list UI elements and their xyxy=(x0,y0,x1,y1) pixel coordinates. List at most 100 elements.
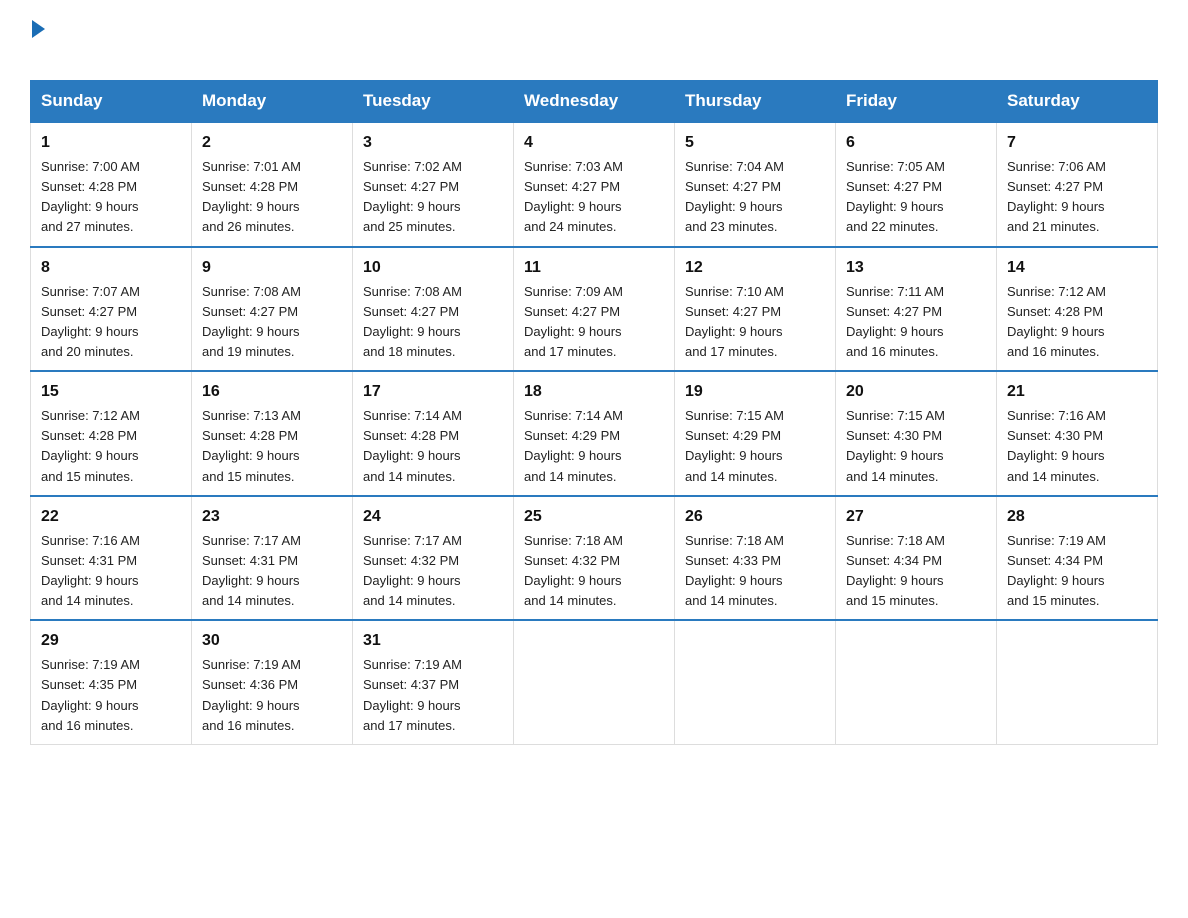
logo xyxy=(30,20,45,70)
calendar-week-row: 1 Sunrise: 7:00 AMSunset: 4:28 PMDayligh… xyxy=(31,122,1158,247)
table-row: 28 Sunrise: 7:19 AMSunset: 4:34 PMDaylig… xyxy=(997,496,1158,621)
table-row: 5 Sunrise: 7:04 AMSunset: 4:27 PMDayligh… xyxy=(675,122,836,247)
day-number: 21 xyxy=(1007,380,1147,404)
day-number: 29 xyxy=(41,629,181,653)
table-row: 27 Sunrise: 7:18 AMSunset: 4:34 PMDaylig… xyxy=(836,496,997,621)
day-number: 14 xyxy=(1007,256,1147,280)
day-info: Sunrise: 7:15 AMSunset: 4:29 PMDaylight:… xyxy=(685,408,784,483)
day-info: Sunrise: 7:04 AMSunset: 4:27 PMDaylight:… xyxy=(685,159,784,234)
table-row: 14 Sunrise: 7:12 AMSunset: 4:28 PMDaylig… xyxy=(997,247,1158,372)
table-row: 21 Sunrise: 7:16 AMSunset: 4:30 PMDaylig… xyxy=(997,371,1158,496)
day-number: 31 xyxy=(363,629,503,653)
day-number: 15 xyxy=(41,380,181,404)
day-info: Sunrise: 7:06 AMSunset: 4:27 PMDaylight:… xyxy=(1007,159,1106,234)
day-number: 1 xyxy=(41,131,181,155)
day-number: 10 xyxy=(363,256,503,280)
day-info: Sunrise: 7:19 AMSunset: 4:34 PMDaylight:… xyxy=(1007,533,1106,608)
table-row: 22 Sunrise: 7:16 AMSunset: 4:31 PMDaylig… xyxy=(31,496,192,621)
day-info: Sunrise: 7:18 AMSunset: 4:34 PMDaylight:… xyxy=(846,533,945,608)
day-info: Sunrise: 7:03 AMSunset: 4:27 PMDaylight:… xyxy=(524,159,623,234)
day-number: 16 xyxy=(202,380,342,404)
table-row: 30 Sunrise: 7:19 AMSunset: 4:36 PMDaylig… xyxy=(192,620,353,744)
table-row: 19 Sunrise: 7:15 AMSunset: 4:29 PMDaylig… xyxy=(675,371,836,496)
day-info: Sunrise: 7:17 AMSunset: 4:32 PMDaylight:… xyxy=(363,533,462,608)
table-row: 9 Sunrise: 7:08 AMSunset: 4:27 PMDayligh… xyxy=(192,247,353,372)
calendar-week-row: 15 Sunrise: 7:12 AMSunset: 4:28 PMDaylig… xyxy=(31,371,1158,496)
day-number: 6 xyxy=(846,131,986,155)
table-row: 23 Sunrise: 7:17 AMSunset: 4:31 PMDaylig… xyxy=(192,496,353,621)
day-number: 3 xyxy=(363,131,503,155)
page-header xyxy=(30,20,1158,70)
day-number: 13 xyxy=(846,256,986,280)
table-row: 12 Sunrise: 7:10 AMSunset: 4:27 PMDaylig… xyxy=(675,247,836,372)
calendar-week-row: 29 Sunrise: 7:19 AMSunset: 4:35 PMDaylig… xyxy=(31,620,1158,744)
day-info: Sunrise: 7:17 AMSunset: 4:31 PMDaylight:… xyxy=(202,533,301,608)
day-number: 17 xyxy=(363,380,503,404)
calendar-header-saturday: Saturday xyxy=(997,81,1158,123)
table-row xyxy=(675,620,836,744)
day-info: Sunrise: 7:05 AMSunset: 4:27 PMDaylight:… xyxy=(846,159,945,234)
day-info: Sunrise: 7:02 AMSunset: 4:27 PMDaylight:… xyxy=(363,159,462,234)
table-row: 18 Sunrise: 7:14 AMSunset: 4:29 PMDaylig… xyxy=(514,371,675,496)
day-info: Sunrise: 7:19 AMSunset: 4:36 PMDaylight:… xyxy=(202,657,301,732)
day-info: Sunrise: 7:12 AMSunset: 4:28 PMDaylight:… xyxy=(1007,284,1106,359)
day-number: 28 xyxy=(1007,505,1147,529)
day-number: 19 xyxy=(685,380,825,404)
table-row: 26 Sunrise: 7:18 AMSunset: 4:33 PMDaylig… xyxy=(675,496,836,621)
day-info: Sunrise: 7:00 AMSunset: 4:28 PMDaylight:… xyxy=(41,159,140,234)
day-info: Sunrise: 7:18 AMSunset: 4:33 PMDaylight:… xyxy=(685,533,784,608)
day-info: Sunrise: 7:08 AMSunset: 4:27 PMDaylight:… xyxy=(202,284,301,359)
table-row: 1 Sunrise: 7:00 AMSunset: 4:28 PMDayligh… xyxy=(31,122,192,247)
day-number: 4 xyxy=(524,131,664,155)
calendar-week-row: 22 Sunrise: 7:16 AMSunset: 4:31 PMDaylig… xyxy=(31,496,1158,621)
table-row: 11 Sunrise: 7:09 AMSunset: 4:27 PMDaylig… xyxy=(514,247,675,372)
day-info: Sunrise: 7:08 AMSunset: 4:27 PMDaylight:… xyxy=(363,284,462,359)
table-row: 2 Sunrise: 7:01 AMSunset: 4:28 PMDayligh… xyxy=(192,122,353,247)
calendar-week-row: 8 Sunrise: 7:07 AMSunset: 4:27 PMDayligh… xyxy=(31,247,1158,372)
table-row: 20 Sunrise: 7:15 AMSunset: 4:30 PMDaylig… xyxy=(836,371,997,496)
day-number: 8 xyxy=(41,256,181,280)
day-number: 18 xyxy=(524,380,664,404)
day-info: Sunrise: 7:19 AMSunset: 4:35 PMDaylight:… xyxy=(41,657,140,732)
table-row xyxy=(997,620,1158,744)
calendar-header-row: SundayMondayTuesdayWednesdayThursdayFrid… xyxy=(31,81,1158,123)
day-info: Sunrise: 7:01 AMSunset: 4:28 PMDaylight:… xyxy=(202,159,301,234)
day-number: 26 xyxy=(685,505,825,529)
calendar-table: SundayMondayTuesdayWednesdayThursdayFrid… xyxy=(30,80,1158,745)
table-row: 3 Sunrise: 7:02 AMSunset: 4:27 PMDayligh… xyxy=(353,122,514,247)
table-row: 15 Sunrise: 7:12 AMSunset: 4:28 PMDaylig… xyxy=(31,371,192,496)
calendar-header-friday: Friday xyxy=(836,81,997,123)
calendar-header-tuesday: Tuesday xyxy=(353,81,514,123)
calendar-header-sunday: Sunday xyxy=(31,81,192,123)
calendar-header-wednesday: Wednesday xyxy=(514,81,675,123)
table-row: 10 Sunrise: 7:08 AMSunset: 4:27 PMDaylig… xyxy=(353,247,514,372)
day-info: Sunrise: 7:14 AMSunset: 4:28 PMDaylight:… xyxy=(363,408,462,483)
day-number: 12 xyxy=(685,256,825,280)
day-number: 2 xyxy=(202,131,342,155)
calendar-header-monday: Monday xyxy=(192,81,353,123)
day-info: Sunrise: 7:12 AMSunset: 4:28 PMDaylight:… xyxy=(41,408,140,483)
table-row: 8 Sunrise: 7:07 AMSunset: 4:27 PMDayligh… xyxy=(31,247,192,372)
day-info: Sunrise: 7:16 AMSunset: 4:31 PMDaylight:… xyxy=(41,533,140,608)
logo-arrow-icon xyxy=(32,20,45,38)
table-row: 13 Sunrise: 7:11 AMSunset: 4:27 PMDaylig… xyxy=(836,247,997,372)
day-number: 20 xyxy=(846,380,986,404)
day-number: 9 xyxy=(202,256,342,280)
table-row: 16 Sunrise: 7:13 AMSunset: 4:28 PMDaylig… xyxy=(192,371,353,496)
day-number: 7 xyxy=(1007,131,1147,155)
day-info: Sunrise: 7:16 AMSunset: 4:30 PMDaylight:… xyxy=(1007,408,1106,483)
calendar-header-thursday: Thursday xyxy=(675,81,836,123)
table-row: 6 Sunrise: 7:05 AMSunset: 4:27 PMDayligh… xyxy=(836,122,997,247)
day-info: Sunrise: 7:11 AMSunset: 4:27 PMDaylight:… xyxy=(846,284,944,359)
table-row: 24 Sunrise: 7:17 AMSunset: 4:32 PMDaylig… xyxy=(353,496,514,621)
day-number: 25 xyxy=(524,505,664,529)
day-info: Sunrise: 7:18 AMSunset: 4:32 PMDaylight:… xyxy=(524,533,623,608)
day-info: Sunrise: 7:19 AMSunset: 4:37 PMDaylight:… xyxy=(363,657,462,732)
table-row: 29 Sunrise: 7:19 AMSunset: 4:35 PMDaylig… xyxy=(31,620,192,744)
day-info: Sunrise: 7:10 AMSunset: 4:27 PMDaylight:… xyxy=(685,284,784,359)
table-row: 25 Sunrise: 7:18 AMSunset: 4:32 PMDaylig… xyxy=(514,496,675,621)
table-row xyxy=(836,620,997,744)
table-row xyxy=(514,620,675,744)
day-info: Sunrise: 7:07 AMSunset: 4:27 PMDaylight:… xyxy=(41,284,140,359)
table-row: 17 Sunrise: 7:14 AMSunset: 4:28 PMDaylig… xyxy=(353,371,514,496)
